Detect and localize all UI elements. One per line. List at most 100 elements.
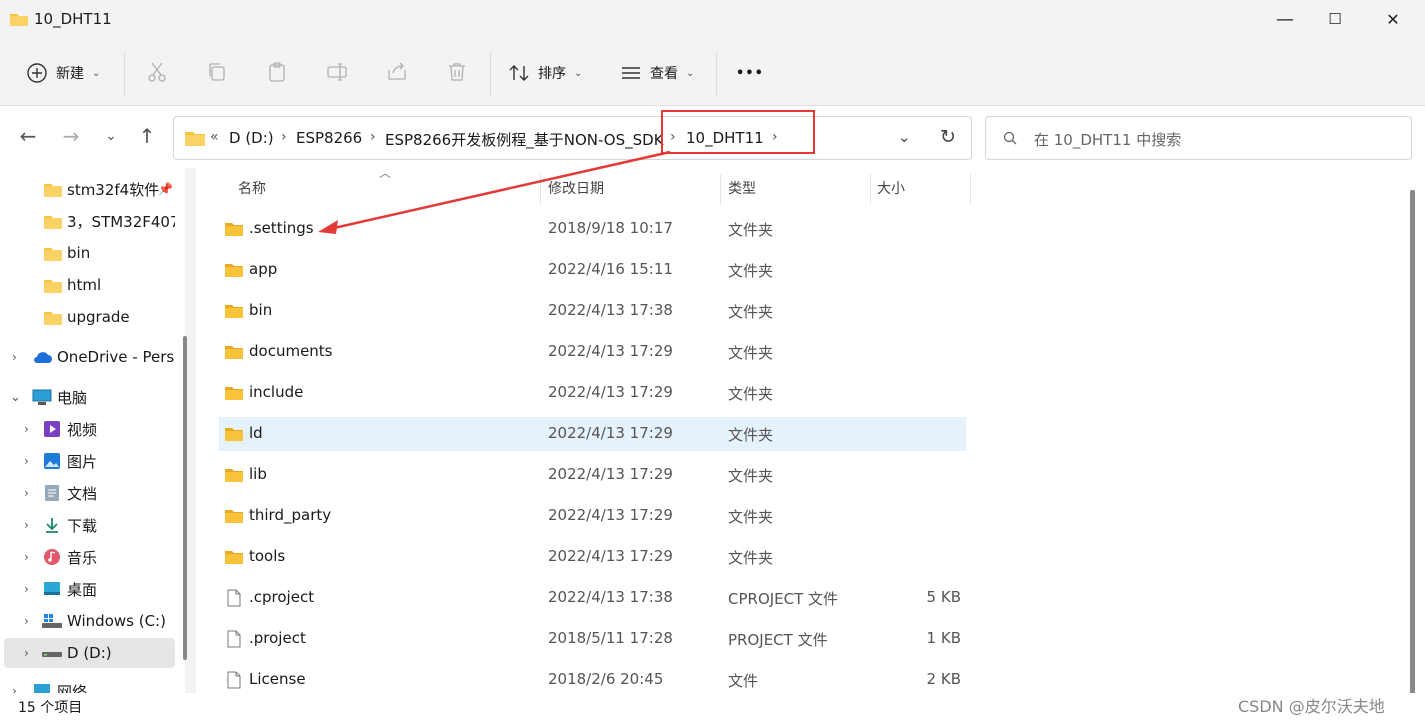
overflow-chevron-icon[interactable]: « xyxy=(210,129,219,145)
column-divider[interactable] xyxy=(720,174,721,204)
sidebar-item-upgrade[interactable]: upgrade xyxy=(0,302,175,332)
sidebar-item-d-drive[interactable]: › D (D:) xyxy=(4,638,175,668)
column-header-size[interactable]: 大小 xyxy=(877,178,905,198)
breadcrumb-d-drive[interactable]: D (D:) xyxy=(229,129,274,147)
close-button[interactable]: ✕ xyxy=(1368,0,1418,38)
delete-icon[interactable] xyxy=(445,60,469,84)
file-icon xyxy=(227,671,241,689)
share-icon[interactable] xyxy=(385,60,409,84)
sidebar-item-onedrive[interactable]: › OneDrive - Perso xyxy=(0,342,175,372)
file-icon xyxy=(227,589,241,607)
more-options-button[interactable]: ••• xyxy=(736,56,764,90)
chevron-right-icon[interactable]: › xyxy=(12,684,17,693)
breadcrumb-esp8266[interactable]: ESP8266 xyxy=(296,129,362,147)
file-type: 文件夹 xyxy=(728,426,774,444)
file-name: .project xyxy=(249,629,306,647)
file-type: 文件夹 xyxy=(728,508,774,526)
file-type: 文件夹 xyxy=(728,385,774,403)
view-button[interactable]: 查看 ⌄ xyxy=(620,56,694,90)
chevron-right-icon[interactable]: › xyxy=(24,422,29,436)
sidebar-item-html[interactable]: html xyxy=(0,270,175,300)
folder-icon xyxy=(44,183,62,197)
sidebar-item-bin[interactable]: bin xyxy=(0,238,175,268)
chevron-right-icon[interactable]: › xyxy=(12,350,17,364)
sidebar-item-stm32f407[interactable]: 3，STM32F407 xyxy=(0,206,175,236)
file-row[interactable]: lib 2022/4/13 17:29 文件夹 xyxy=(219,458,966,492)
column-header-date[interactable]: 修改日期 xyxy=(548,178,604,198)
sidebar-item-music[interactable]: › 音乐 xyxy=(0,542,175,572)
sidebar-item-desktop[interactable]: › 桌面 xyxy=(0,574,175,604)
sort-button[interactable]: 排序 ⌄ xyxy=(508,56,582,90)
sidebar-item-documents[interactable]: › 文档 xyxy=(0,478,175,508)
column-divider[interactable] xyxy=(870,174,871,204)
file-date: 2022/4/13 17:38 xyxy=(548,301,673,319)
new-button[interactable]: 新建 ⌄ xyxy=(26,56,100,90)
column-divider[interactable] xyxy=(970,174,971,204)
breadcrumb-sdk-examples[interactable]: ESP8266开发板例程_基于NON-OS_SDK xyxy=(385,129,664,150)
sidebar-item-label: 视频 xyxy=(67,420,98,439)
file-type: 文件夹 xyxy=(728,549,774,567)
chevron-down-icon[interactable]: ⌄ xyxy=(10,390,21,405)
chevron-right-icon[interactable]: › xyxy=(24,518,29,532)
file-row[interactable]: include 2022/4/13 17:29 文件夹 xyxy=(219,376,966,410)
file-row[interactable]: third_party 2022/4/13 17:29 文件夹 xyxy=(219,499,966,533)
copy-icon[interactable] xyxy=(205,60,229,84)
folder-icon xyxy=(225,469,243,482)
up-arrow-icon[interactable]: ↑ xyxy=(136,124,158,148)
sidebar-item-label: html xyxy=(67,276,102,294)
file-row[interactable]: bin 2022/4/13 17:38 文件夹 xyxy=(219,294,966,328)
windows-drive-icon xyxy=(42,614,62,628)
search-box[interactable]: 在 10_DHT11 中搜索 xyxy=(985,116,1412,160)
sidebar-item-windows-c[interactable]: › Windows (C:) xyxy=(0,606,175,636)
sidebar-item-label: 文档 xyxy=(67,484,98,503)
minimize-button[interactable]: — xyxy=(1260,0,1310,38)
sidebar-item-stm32f4-software[interactable]: stm32f4软件 📌 xyxy=(0,174,175,204)
file-row[interactable]: .project 2018/5/11 17:28 PROJECT 文件 1 KB xyxy=(219,622,966,656)
sidebar-item-videos[interactable]: › 视频 xyxy=(0,414,175,444)
cut-icon[interactable] xyxy=(145,60,169,84)
folder-icon xyxy=(44,311,62,325)
sidebar-scrollbar[interactable] xyxy=(183,336,187,660)
sidebar-item-pictures[interactable]: › 图片 xyxy=(0,446,175,476)
file-row[interactable]: .cproject 2022/4/13 17:38 CPROJECT 文件 5 KB xyxy=(219,581,966,615)
search-placeholder: 在 10_DHT11 中搜索 xyxy=(1034,131,1182,149)
rename-icon[interactable] xyxy=(325,60,349,84)
paste-icon[interactable] xyxy=(265,60,289,84)
file-list: ︿ 名称 修改日期 类型 大小 .settings 2018/9/18 10:17… xyxy=(196,166,1425,693)
title-bar: 10_DHT11 — ☐ ✕ xyxy=(0,0,1425,40)
file-row[interactable]: tools 2022/4/13 17:29 文件夹 xyxy=(219,540,966,574)
file-list-scrollbar[interactable] xyxy=(1410,190,1415,710)
sidebar-item-this-pc[interactable]: ⌄ 电脑 xyxy=(0,382,175,412)
chevron-right-icon[interactable]: › xyxy=(24,550,29,564)
file-name: .settings xyxy=(249,219,314,237)
file-row[interactable]: documents 2022/4/13 17:29 文件夹 xyxy=(219,335,966,369)
chevron-right-icon[interactable]: › xyxy=(24,582,29,596)
chevron-right-icon[interactable]: › xyxy=(24,646,29,660)
back-arrow-icon[interactable]: ← xyxy=(17,124,39,148)
column-header-name[interactable]: 名称 xyxy=(238,178,266,198)
file-row[interactable]: .settings 2018/9/18 10:17 文件夹 xyxy=(219,212,966,246)
file-type: PROJECT 文件 xyxy=(728,631,828,649)
chevron-right-icon[interactable]: › xyxy=(24,486,29,500)
maximize-button[interactable]: ☐ xyxy=(1310,0,1360,38)
recent-chevron-icon[interactable]: ⌄ xyxy=(100,125,122,147)
chevron-right-icon[interactable]: › xyxy=(370,129,376,145)
sidebar-item-label: upgrade xyxy=(67,308,130,326)
computer-icon xyxy=(32,389,52,405)
address-bar[interactable]: « D (D:) › ESP8266 › ESP8266开发板例程_基于NON-… xyxy=(173,116,972,160)
file-row[interactable]: app 2022/4/16 15:11 文件夹 xyxy=(219,253,966,287)
file-type: 文件夹 xyxy=(728,303,774,321)
column-divider[interactable] xyxy=(540,174,541,204)
chevron-down-icon: ⌄ xyxy=(686,67,695,79)
chevron-right-icon[interactable]: › xyxy=(24,614,29,628)
file-row[interactable]: ld 2022/4/13 17:29 文件夹 xyxy=(219,417,966,451)
chevron-right-icon[interactable]: › xyxy=(24,454,29,468)
address-dropdown-icon[interactable]: ⌄ xyxy=(898,128,911,146)
file-row[interactable]: License 2018/2/6 20:45 文件 2 KB xyxy=(219,663,966,697)
sidebar-item-downloads[interactable]: › 下载 xyxy=(0,510,175,540)
sidebar-item-network[interactable]: › 网络 xyxy=(0,676,175,693)
refresh-icon[interactable]: ↻ xyxy=(940,126,956,148)
chevron-right-icon[interactable]: › xyxy=(281,129,287,145)
forward-arrow-icon[interactable]: → xyxy=(60,124,82,148)
column-header-type[interactable]: 类型 xyxy=(728,178,756,198)
